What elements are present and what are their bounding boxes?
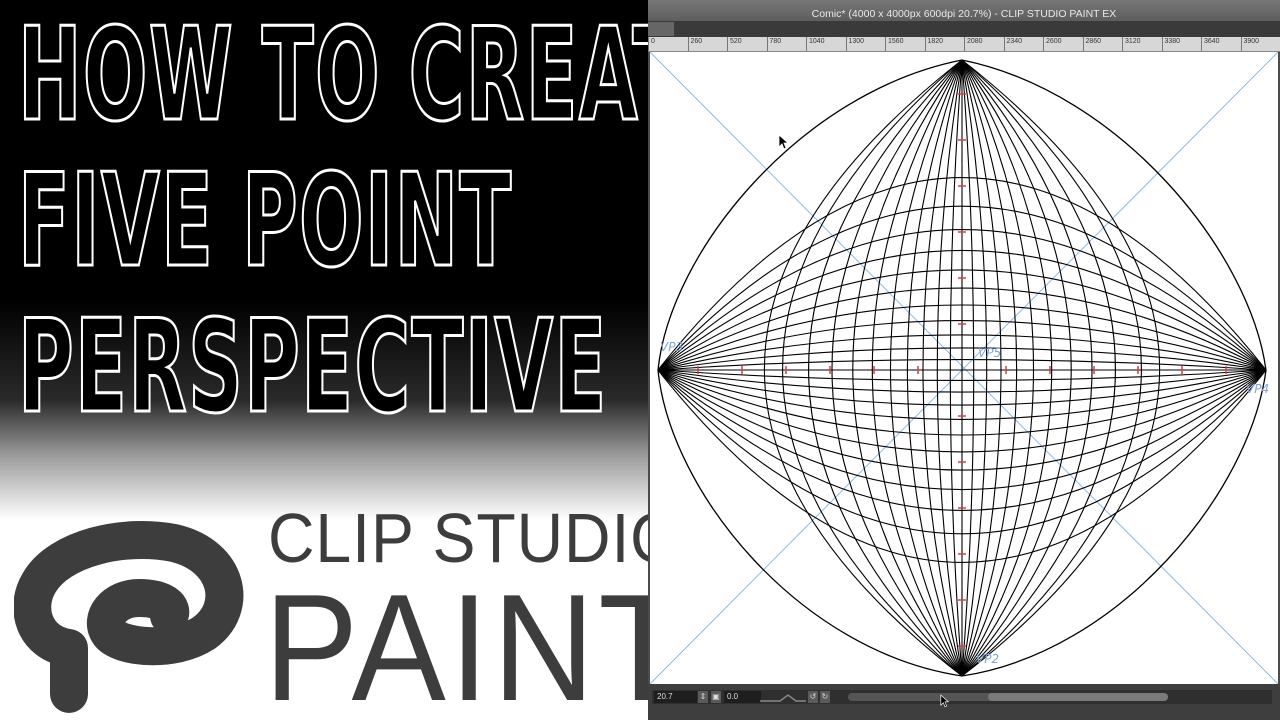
ruler-tick-label: 1300 (845, 37, 864, 51)
vanishing-point-label-center: VP5 (978, 346, 1002, 360)
headline-line-2: FIVE POINT (17, 147, 513, 296)
ruler-tick-label: 2860 (1082, 37, 1101, 51)
tab-strip (648, 21, 1280, 37)
clip-studio-window: Comic* (4000 x 4000px 600dpi 20.7%) - CL… (648, 0, 1280, 720)
ruler-tick-label: 3380 (1161, 37, 1180, 51)
ruler-tick-label: 2340 (1003, 37, 1022, 51)
zoom-level-field[interactable]: 20.7 (654, 691, 697, 703)
meridian-line (961, 59, 1035, 677)
horizontal-ruler: 0 260 520 780 1040 1300 1560 1820 2080 2340 2600 28… (648, 37, 1280, 52)
ruler-tick-label: 780 (766, 37, 781, 51)
meridian-line (961, 59, 1161, 677)
promo-panel: HOW TO CREATE FIVE POINT PERSPECTIVE CLI… (0, 0, 648, 720)
headline-line-1: HOW TO CREATE (17, 1, 648, 150)
meridian-line (949, 59, 963, 677)
ruler-tick-label: 1560 (885, 37, 904, 51)
perspective-grid (650, 52, 1278, 684)
vanishing-point-label-left: VP3 (660, 340, 684, 354)
scrollbar-thumb[interactable] (988, 693, 1168, 701)
clip-studio-logo-icon (14, 521, 244, 713)
ruler-tick-label: 1040 (806, 37, 825, 51)
headline-line-3: PERSPECTIVE (17, 293, 608, 442)
ruler-tick-label: 3120 (1122, 37, 1141, 51)
stepper-icon[interactable]: ⇕ (698, 691, 708, 703)
rotate-right-icon[interactable]: ↻ (820, 691, 830, 703)
vanishing-point-label-bottom: VP2 (976, 652, 1000, 666)
ruler-tick-label: 2600 (1043, 37, 1062, 51)
meridian-line (936, 59, 963, 677)
meridian-line (961, 59, 988, 677)
document-tab[interactable] (648, 22, 674, 36)
arrow-cursor-icon (778, 134, 790, 150)
meridian-line (961, 59, 1053, 677)
ruler-tick-label: 1820 (924, 37, 943, 51)
vanishing-point-label-right: VP4 (1246, 382, 1270, 396)
meridian-line (889, 59, 963, 677)
ruler-tick-label: 3640 (1201, 37, 1220, 51)
rotation-angle-field[interactable]: 0.0 (724, 691, 761, 703)
ruler-tick-label: 0 (648, 37, 655, 51)
ruler-tick-label: 2080 (964, 37, 983, 51)
horizontal-scrollbar[interactable] (848, 693, 1168, 701)
rotate-left-icon[interactable]: ↺ (808, 691, 818, 703)
meridian-line (763, 59, 963, 677)
meridian-line (871, 59, 963, 677)
rotation-slider[interactable] (758, 691, 808, 703)
status-bar: 20.7 ⇕ ▣ 0.0 ↺ ↻ (648, 684, 1280, 720)
fit-view-button[interactable]: ▣ (711, 691, 721, 703)
ruler-tick-label: 260 (687, 37, 702, 51)
drawing-canvas[interactable]: VP3 VP5 VP4 VP2 (650, 52, 1278, 684)
ruler-tick-label: 520 (727, 37, 742, 51)
brand-name-line-2: PAINT (264, 563, 648, 720)
ruler-tick-label: 3900 (1240, 37, 1259, 51)
arrow-cursor-icon (940, 694, 950, 708)
